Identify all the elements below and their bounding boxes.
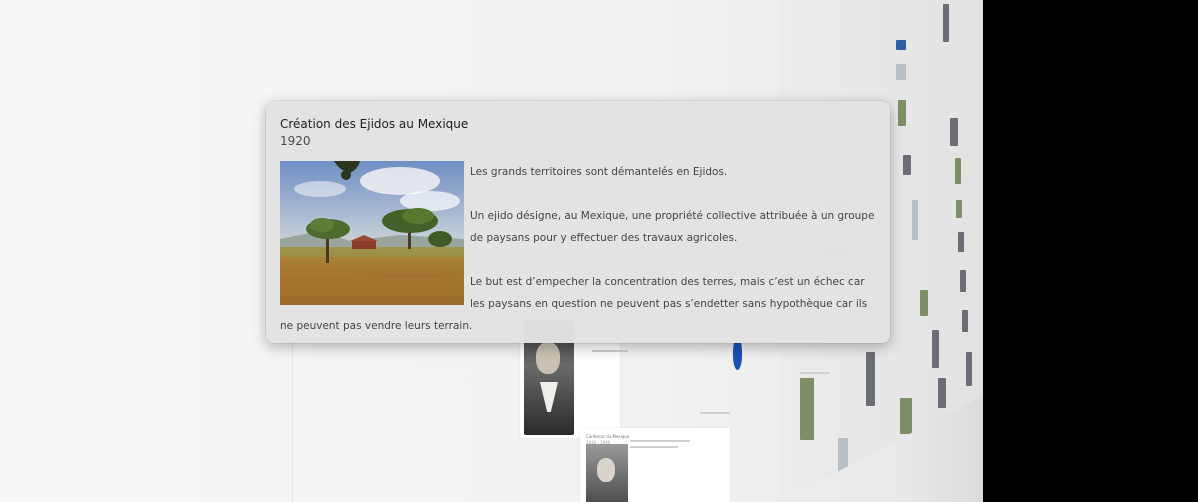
timeline-axis-line — [292, 343, 293, 502]
timeline-thumbnail[interactable] — [938, 378, 946, 408]
timeline-thumbnail[interactable] — [943, 4, 949, 42]
timeline-thumbnail[interactable] — [966, 352, 972, 386]
timeline-thumbnail[interactable] — [896, 40, 906, 50]
popup-year: 1920 — [280, 134, 311, 148]
timeline-thumbnail[interactable] — [896, 64, 906, 80]
timeline-thumbnail[interactable] — [898, 100, 906, 126]
timeline-canvas[interactable]: Cardenas du Mexique 1934 - 1940 Création… — [0, 0, 1198, 502]
portrait-collar — [540, 382, 558, 412]
timeline-caption — [630, 440, 690, 442]
timeline-thumbnail[interactable] — [962, 310, 968, 332]
timeline-thumbnail[interactable] — [900, 398, 912, 434]
timeline-thumbnail[interactable] — [955, 158, 961, 184]
timeline-thumbnail[interactable] — [866, 352, 875, 406]
portrait-face — [597, 458, 615, 482]
timeline-thumbnail[interactable] — [960, 270, 966, 292]
timeline-thumbnail[interactable] — [912, 200, 918, 240]
timeline-caption — [630, 446, 678, 448]
timeline-caption — [592, 350, 628, 352]
timeline-thumbnail[interactable] — [800, 378, 814, 440]
image-wrap-spacer — [280, 161, 470, 309]
timeline-thumbnail[interactable] — [920, 290, 928, 316]
viewport-edge — [983, 0, 1198, 502]
timeline-thumbnail[interactable] — [958, 232, 964, 252]
blue-marker[interactable] — [733, 340, 742, 370]
timeline-caption — [800, 372, 830, 374]
timeline-thumbnail[interactable] — [932, 330, 939, 368]
timeline-thumbnail[interactable] — [903, 155, 911, 175]
timeline-thumbnail[interactable] — [956, 200, 962, 218]
event-card-title: Cardenas du Mexique — [586, 434, 630, 439]
timeline-caption — [700, 412, 730, 414]
event-detail-popup[interactable]: Création des Ejidos au Mexique 1920 Les … — [266, 101, 890, 343]
timeline-thumbnail[interactable] — [838, 438, 848, 478]
portrait-photo[interactable] — [586, 444, 628, 502]
portrait-face — [536, 342, 560, 374]
popup-title: Création des Ejidos au Mexique — [280, 117, 469, 131]
timeline-thumbnail[interactable] — [950, 118, 958, 146]
popup-description: Les grands territoires sont démantelés e… — [280, 161, 876, 337]
